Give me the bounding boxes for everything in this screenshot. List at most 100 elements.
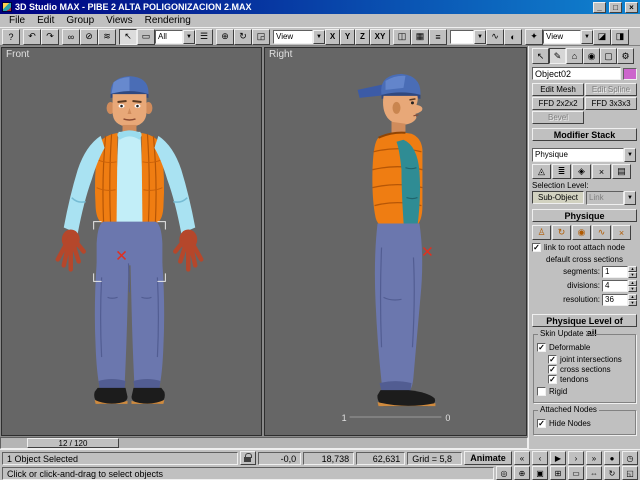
spin-down-icon[interactable]: ▼ xyxy=(628,271,637,278)
chevron-down-icon[interactable]: ▼ xyxy=(183,29,195,44)
chevron-down-icon[interactable]: ▼ xyxy=(581,29,593,44)
render-type-dropdown[interactable]: View ▼ xyxy=(543,29,593,44)
restrict-xy-button[interactable]: XY xyxy=(370,28,390,45)
reference-coord-dropdown[interactable]: View ▼ xyxy=(273,29,325,44)
spin-down-icon[interactable]: ▼ xyxy=(628,299,637,306)
restrict-z-button[interactable]: Z xyxy=(355,28,370,45)
select-move-icon[interactable]: ⊕ xyxy=(216,28,234,45)
chevron-down-icon[interactable]: ▼ xyxy=(474,29,486,44)
title-bar[interactable]: 3D Studio MAX - PIBE 2 ALTA POLIGONIZACI… xyxy=(0,0,640,14)
show-end-result-icon[interactable]: ≣ xyxy=(552,164,571,179)
joint-intersections-checkbox[interactable]: ✓ xyxy=(548,355,557,364)
pan-icon[interactable]: ⇔ xyxy=(586,466,602,480)
viewport-right-label[interactable]: Right xyxy=(269,49,292,60)
arc-rotate-icon[interactable]: ↻ xyxy=(604,466,620,480)
physique-lod-header[interactable]: Physique Level of Detail xyxy=(532,314,637,338)
next-frame-button[interactable]: › xyxy=(567,451,584,465)
render-scene-icon[interactable]: ✦ xyxy=(525,28,543,45)
restrict-x-button[interactable]: X xyxy=(325,28,340,45)
viewport-right[interactable]: Right 1 0 xyxy=(264,47,527,436)
viewport-front[interactable]: Front xyxy=(1,47,262,436)
deformable-checkbox[interactable]: ✓ xyxy=(537,343,546,352)
modifier-stack-dropdown[interactable]: Physique ▼ xyxy=(532,148,636,162)
menu-group[interactable]: Group xyxy=(60,14,100,27)
undo-icon[interactable]: ↶ xyxy=(23,28,41,45)
time-slider-track[interactable]: 12 / 120 xyxy=(0,437,528,449)
select-and-link-icon[interactable]: ∞ xyxy=(62,28,80,45)
object-color-swatch[interactable] xyxy=(623,67,637,80)
zoom-all-icon[interactable]: ⊕ xyxy=(514,466,530,480)
make-unique-icon[interactable]: ◈ xyxy=(572,164,591,179)
time-slider-handle[interactable]: 12 / 120 xyxy=(27,438,119,448)
go-to-start-button[interactable]: « xyxy=(513,451,530,465)
array-icon[interactable]: ▦ xyxy=(411,28,429,45)
tab-utilities-icon[interactable]: ⚙ xyxy=(617,48,634,64)
chevron-down-icon[interactable]: ▼ xyxy=(313,29,325,44)
resolution-spinner[interactable]: ▲ ▼ xyxy=(628,293,637,306)
zoom-extents-icon[interactable]: ▣ xyxy=(532,466,548,480)
material-editor-icon[interactable]: ◐ xyxy=(504,28,522,45)
restrict-y-button[interactable]: Y xyxy=(340,28,355,45)
bind-to-spacewarp-icon[interactable]: ≋ xyxy=(98,28,116,45)
redo-icon[interactable]: ↷ xyxy=(41,28,59,45)
selection-region-icon[interactable]: ▭ xyxy=(137,28,155,45)
menu-views[interactable]: Views xyxy=(100,14,139,27)
select-rotate-icon[interactable]: ↻ xyxy=(234,28,252,45)
segments-spinner[interactable]: ▲ ▼ xyxy=(628,265,637,278)
cross-sections-checkbox[interactable]: ✓ xyxy=(548,365,557,374)
go-to-end-button[interactable]: » xyxy=(585,451,602,465)
key-mode-button[interactable]: ● xyxy=(603,451,620,465)
time-config-button[interactable]: ◷ xyxy=(621,451,638,465)
close-button[interactable]: × xyxy=(625,1,638,13)
divisions-field[interactable]: 4 xyxy=(602,279,628,292)
select-object-icon[interactable]: ↖ xyxy=(119,28,137,45)
spin-down-icon[interactable]: ▼ xyxy=(628,285,637,292)
named-selection-sets-dropdown[interactable]: ▼ xyxy=(450,29,486,44)
align-icon[interactable]: ≡ xyxy=(429,28,447,45)
delete-physique-icon[interactable]: × xyxy=(612,225,631,240)
remove-modifier-icon[interactable]: × xyxy=(592,164,611,179)
modifier-stack-header[interactable]: Modifier Stack xyxy=(532,128,637,141)
previous-frame-button[interactable]: ‹ xyxy=(531,451,548,465)
play-button[interactable]: ▶ xyxy=(549,451,566,465)
bulge-editor-icon[interactable]: ◉ xyxy=(572,225,591,240)
zoom-icon[interactable]: ◎ xyxy=(496,466,512,480)
select-by-name-icon[interactable]: ☰ xyxy=(195,28,213,45)
ffd-3x3x3-button[interactable]: FFD 3x3x3 xyxy=(585,97,637,110)
tab-hierarchy-icon[interactable]: ⌂ xyxy=(566,48,583,64)
unlink-selection-icon[interactable]: ⊘ xyxy=(80,28,98,45)
min-max-toggle-icon[interactable]: ◱ xyxy=(622,466,638,480)
tab-modify-icon[interactable]: ✎ xyxy=(549,48,566,64)
edit-mesh-button[interactable]: Edit Mesh xyxy=(532,83,584,96)
context-help-icon[interactable]: ? xyxy=(2,28,20,45)
menu-edit[interactable]: Edit xyxy=(31,14,60,27)
divisions-spinner[interactable]: ▲ ▼ xyxy=(628,279,637,292)
link-root-checkbox[interactable]: ✓ xyxy=(532,243,541,252)
menu-file[interactable]: File xyxy=(3,14,31,27)
quick-render-icon[interactable]: ◪ xyxy=(593,28,611,45)
chevron-down-icon[interactable]: ▼ xyxy=(624,148,636,162)
attach-to-node-icon[interactable]: ♙ xyxy=(532,225,551,240)
segments-field[interactable]: 1 xyxy=(602,265,628,278)
menu-rendering[interactable]: Rendering xyxy=(139,14,197,27)
ffd-2x2x2-button[interactable]: FFD 2x2x2 xyxy=(532,97,584,110)
rigid-checkbox[interactable] xyxy=(537,387,546,396)
track-view-icon[interactable]: ∿ xyxy=(486,28,504,45)
object-name-field[interactable]: Object02 xyxy=(532,67,621,80)
sub-object-button[interactable]: Sub-Object xyxy=(532,191,584,204)
edit-stack-icon[interactable]: ▤ xyxy=(612,164,631,179)
tab-display-icon[interactable]: ▢ xyxy=(600,48,617,64)
zoom-extents-all-icon[interactable]: ⊞ xyxy=(550,466,566,480)
animate-button[interactable]: Animate xyxy=(463,451,512,465)
physique-rollout-header[interactable]: Physique xyxy=(532,209,637,222)
tendon-icon[interactable]: ∿ xyxy=(592,225,611,240)
pin-stack-icon[interactable]: ◬ xyxy=(532,164,551,179)
render-last-icon[interactable]: ◨ xyxy=(611,28,629,45)
select-scale-icon[interactable]: ◲ xyxy=(252,28,270,45)
viewport-front-label[interactable]: Front xyxy=(6,49,29,60)
minimize-button[interactable]: _ xyxy=(593,1,606,13)
region-zoom-icon[interactable]: ▭ xyxy=(568,466,584,480)
reinitialize-icon[interactable]: ↻ xyxy=(552,225,571,240)
maximize-button[interactable]: □ xyxy=(609,1,622,13)
tendons-checkbox[interactable]: ✓ xyxy=(548,375,557,384)
